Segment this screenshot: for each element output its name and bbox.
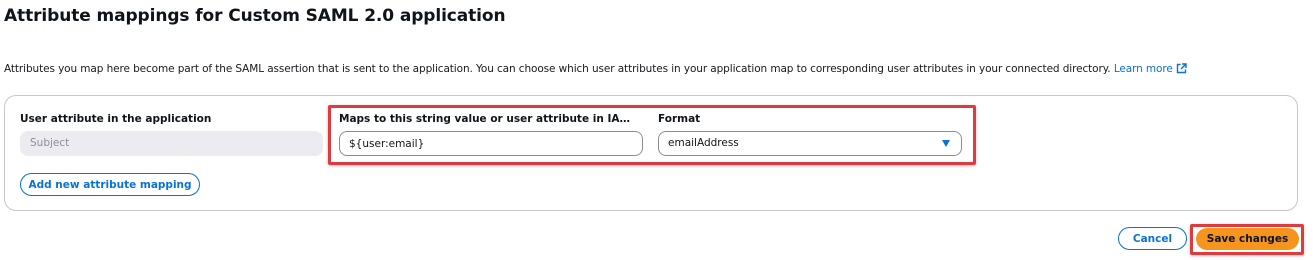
learn-more-label: Learn more bbox=[1113, 63, 1173, 75]
highlight-annotation bbox=[328, 105, 976, 165]
learn-more-link[interactable]: Learn more bbox=[1114, 63, 1187, 75]
attribute-mappings-page: Attribute mappings for Custom SAML 2.0 a… bbox=[0, 0, 1313, 260]
external-link-icon bbox=[1176, 63, 1187, 77]
cancel-button[interactable]: Cancel bbox=[1118, 227, 1187, 250]
add-attribute-mapping-button[interactable]: Add new attribute mapping bbox=[20, 173, 200, 196]
description-text: Attributes you map here become part of t… bbox=[4, 63, 1111, 75]
user-attribute-label: User attribute in the application bbox=[20, 113, 212, 125]
page-description: Attributes you map here become part of t… bbox=[4, 63, 1187, 77]
save-changes-button[interactable]: Save changes bbox=[1196, 228, 1299, 250]
page-title: Attribute mappings for Custom SAML 2.0 a… bbox=[4, 6, 506, 26]
user-attribute-field: Subject bbox=[20, 131, 323, 156]
